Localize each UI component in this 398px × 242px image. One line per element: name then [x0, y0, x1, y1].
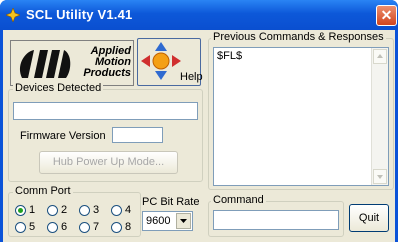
scroll-down-button[interactable] [373, 169, 387, 184]
radio-button[interactable] [111, 222, 122, 233]
command-input[interactable] [213, 210, 339, 230]
radio-label: 5 [29, 221, 36, 233]
chevron-down-icon [377, 175, 383, 179]
comm-port-legend: Comm Port [13, 185, 73, 197]
pc-bit-rate-label: PC Bit Rate [142, 196, 200, 208]
quit-button[interactable]: Quit [349, 204, 389, 232]
comm-port-group: Comm Port 1 2 3 4 5 6 7 8 [8, 185, 141, 237]
radio-button[interactable] [111, 205, 122, 216]
pc-bit-rate-value: 9600 [146, 215, 171, 227]
radio-label: 7 [93, 221, 100, 233]
history-scrollbar[interactable] [371, 48, 388, 185]
radio-button[interactable] [15, 222, 26, 233]
logo-text-products: Products [83, 67, 131, 79]
close-button[interactable]: ✕ [376, 5, 397, 26]
app-window: SCL Utility V1.41 ✕ Applied Motion Produ… [0, 0, 398, 242]
command-legend: Command [211, 194, 266, 206]
command-group: Command [208, 194, 344, 237]
radio-label: 3 [93, 204, 100, 216]
radio-button[interactable] [47, 222, 58, 233]
logo-mark-icon [19, 50, 71, 78]
devices-detected-legend: Devices Detected [13, 82, 104, 94]
firmware-version-field[interactable] [112, 127, 163, 143]
applied-motion-logo: Applied Motion Products [10, 40, 134, 86]
chevron-up-icon [377, 54, 383, 58]
radio-label: 2 [61, 204, 68, 216]
devices-list[interactable] [13, 102, 198, 120]
radio-button[interactable] [79, 205, 90, 216]
main-panel: Applied Motion Products Help Devices Det… [3, 30, 395, 242]
hub-power-up-button[interactable]: Hub Power Up Mode... [39, 151, 178, 174]
radio-button[interactable] [47, 205, 58, 216]
scroll-up-button[interactable] [373, 49, 387, 64]
history-textbox[interactable]: $FL$ [213, 47, 389, 186]
radio-label: 6 [61, 221, 68, 233]
title-bar[interactable]: SCL Utility V1.41 ✕ [0, 0, 398, 30]
help-navigation-icon [141, 42, 181, 80]
window-title: SCL Utility V1.41 [26, 7, 133, 22]
help-label: Help [180, 71, 203, 83]
radio-button[interactable] [15, 205, 26, 216]
history-text: $FL$ [217, 50, 243, 62]
pc-bit-rate-select[interactable]: 9600 [142, 211, 193, 231]
chevron-down-icon [180, 219, 187, 223]
firmware-version-label: Firmware Version [20, 130, 106, 142]
help-button[interactable]: Help [137, 38, 203, 86]
radio-button[interactable] [79, 222, 90, 233]
history-legend: Previous Commands & Responses [211, 31, 386, 43]
radio-label: 8 [125, 221, 132, 233]
history-group: Previous Commands & Responses $FL$ [208, 31, 394, 190]
app-icon [6, 8, 20, 22]
devices-detected-group: Devices Detected Firmware Version Hub Po… [8, 82, 203, 182]
dropdown-arrow-button[interactable] [176, 213, 191, 229]
radio-label: 4 [125, 204, 132, 216]
radio-label: 1 [29, 204, 36, 216]
